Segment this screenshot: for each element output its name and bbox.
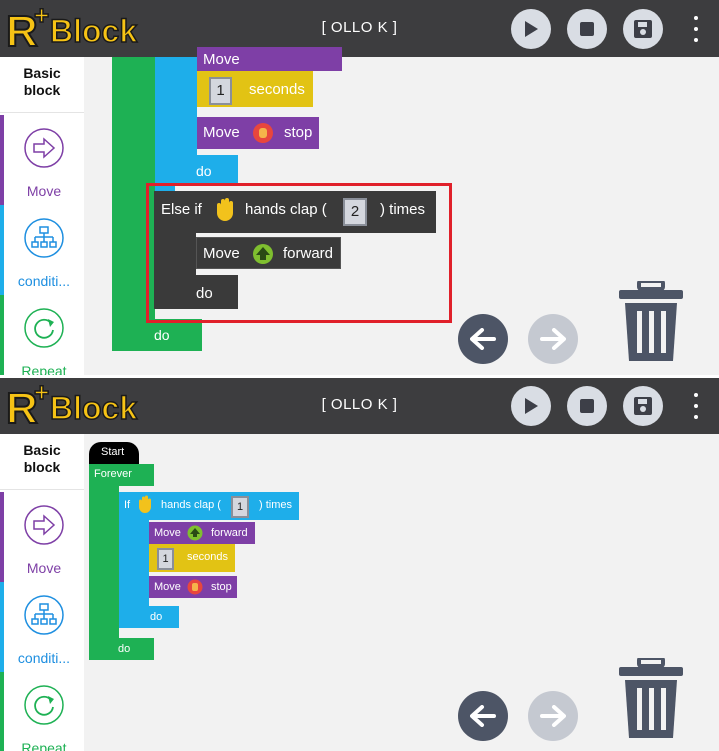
move-stop-block[interactable]: Move stop [149,576,237,598]
undo-button[interactable] [458,691,508,741]
basic-block-tab[interactable]: Basic block [0,57,84,113]
save-icon [634,20,652,38]
clap-hand-icon [139,495,151,513]
trash-icon[interactable] [619,281,683,363]
if-block[interactable]: If hands clap ( 1 ) times [119,492,299,520]
device-title: [ OLLO K ] [321,396,398,413]
save-button[interactable] [623,9,663,49]
arrow-left-icon [470,705,496,727]
if-block-body[interactable] [119,520,149,606]
wait-seconds-block[interactable]: 1 seconds [197,71,313,107]
condition-do-row[interactable]: do [155,155,238,185]
arrow-left-icon [470,328,496,350]
if-do-row[interactable]: do [119,606,179,628]
wait-seconds-block[interactable]: 1 seconds [149,544,235,572]
clap-count-input[interactable]: 1 [231,496,249,518]
stop-hand-icon [187,579,203,595]
arrow-right-icon [540,328,566,350]
panel-divider [0,375,719,378]
arrow-right-icon [24,128,64,168]
move-forward-block[interactable]: Move [197,47,342,71]
stop-icon [580,399,594,413]
more-options-icon[interactable] [689,16,703,42]
forever-do-row[interactable]: do [89,638,154,660]
forever-block-body[interactable] [89,486,119,638]
app-toolbar: R + Block [ OLLO K ] [0,377,719,434]
bottom-screenshot-panel: R + Block [ OLLO K ] Basic block Move co… [0,377,719,751]
block-workspace[interactable]: do do Move 1 seconds Move stop Else if h… [84,47,719,376]
sidebar-item-move[interactable]: Move [0,492,84,582]
undo-button[interactable] [458,314,508,364]
play-icon [525,398,538,414]
arrow-right-icon [540,705,566,727]
more-options-icon[interactable] [689,393,703,419]
sidebar-item-condition[interactable]: conditi... [0,205,84,295]
forever-block[interactable]: Forever [89,464,154,486]
redo-button[interactable] [528,691,578,741]
sidebar-item-move[interactable]: Move [0,115,84,205]
play-button[interactable] [511,9,551,49]
loop-icon [24,685,64,725]
seconds-value-input[interactable]: 1 [209,77,232,105]
app-toolbar: R + Block [ OLLO K ] [0,0,719,57]
block-category-sidebar: Basic block Move conditi... Repeat [0,434,84,751]
basic-block-tab[interactable]: Basic block [0,434,84,490]
move-stop-block[interactable]: Move stop [197,117,319,149]
hierarchy-icon [24,595,64,635]
highlight-box [146,183,452,323]
top-screenshot-panel: R + Block [ OLLO K ] Basic block Move co… [0,0,719,376]
start-block[interactable]: Start [89,442,139,464]
repeat-block-footer[interactable]: do [112,319,202,351]
play-icon [525,21,538,37]
sidebar-item-repeat[interactable]: Repeat [0,672,84,751]
hierarchy-icon [24,218,64,258]
block-category-sidebar: Basic block Move conditi... Repeat [0,57,84,376]
loop-icon [24,308,64,348]
stop-button[interactable] [567,386,607,426]
stop-button[interactable] [567,9,607,49]
redo-button[interactable] [528,314,578,364]
move-forward-block[interactable]: Move forward [149,522,255,544]
device-title: [ OLLO K ] [321,19,398,36]
trash-icon[interactable] [619,658,683,740]
play-button[interactable] [511,386,551,426]
save-icon [634,397,652,415]
sidebar-item-condition[interactable]: conditi... [0,582,84,672]
block-workspace[interactable]: Start Forever do If hands clap ( 1 ) tim… [84,434,719,751]
arrow-right-icon [24,505,64,545]
sidebar-item-repeat[interactable]: Repeat [0,295,84,376]
stop-icon [580,22,594,36]
stop-hand-icon [253,123,273,143]
forward-arrow-icon [187,525,203,541]
seconds-value-input[interactable]: 1 [157,548,174,570]
save-button[interactable] [623,386,663,426]
